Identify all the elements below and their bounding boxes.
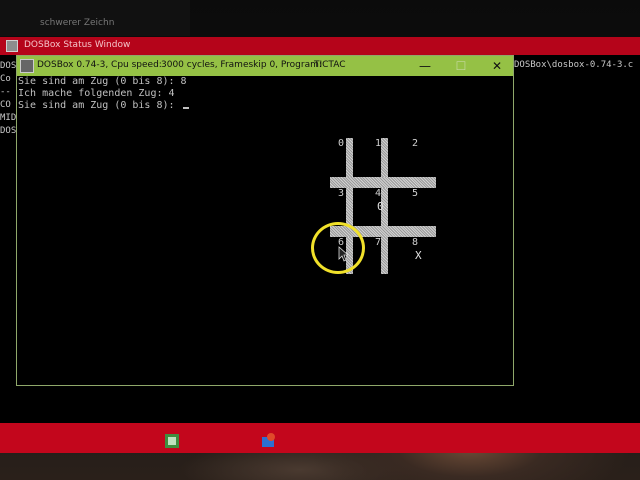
title-app-speed: DOSBox 0.74-3, Cpu speed: [37,60,162,70]
cell-number-0: 0 [338,138,345,149]
cell-number-7: 7 [375,237,382,248]
dos-output-line: Ich mache folgenden Zug: 4 [18,88,175,99]
dos-prompt-line: Sie sind am Zug (0 bis 8): [18,100,189,112]
maximize-button[interactable]: ☐ [443,56,479,76]
taskbar-app-icon[interactable] [163,432,181,450]
cell-number-8: 8 [412,237,419,248]
cell-number-3: 3 [338,188,345,199]
mouse-pointer-icon [338,246,348,262]
fragment-text: schwerer Zeichn [40,18,115,28]
console-path-text: DOSBox\dosbox-0.74-3.c [514,60,634,70]
background-window-fragment: schwerer Zeichn [0,0,190,36]
dos-output-line: Sie sind am Zug (0 bis 8): 8 [18,76,187,87]
board-horizontal-bar-top [330,177,436,188]
cell-number-5: 5 [412,188,419,199]
cell-number-4: 4 [375,188,382,199]
board-mark-x: X [415,249,422,262]
dosbox-app-icon [6,40,18,52]
cell-number-2: 2 [412,138,419,149]
console-line: DOS [0,126,17,136]
console-line: Co [0,74,11,84]
close-button[interactable]: ✕ [479,56,515,76]
dosbox-icon [20,59,34,73]
dosbox-window[interactable]: DOSBox 0.74-3, Cpu speed: 3000 cycles, F… [16,55,514,386]
cell-number-1: 1 [375,138,382,149]
console-line: MID [0,113,17,123]
board-mark-o: 0 [377,200,384,213]
title-cycles: 3000 cycles, Frameskip 0, Program: [161,60,322,70]
status-window-title: DOSBox Status Window [24,40,131,50]
minimize-button[interactable]: — [407,56,443,76]
console-line: DOS [0,61,17,71]
dos-screen[interactable]: Sie sind am Zug (0 bis 8): 8 Ich mache f… [17,76,513,385]
console-line: -- [0,87,11,97]
prompt-text: Sie sind am Zug (0 bis 8): [18,100,181,111]
dosbox-titlebar[interactable]: DOSBox 0.74-3, Cpu speed: 3000 cycles, F… [17,56,513,76]
text-cursor [182,107,189,109]
taskbar-shortcut-icon[interactable] [259,432,277,450]
console-line: CO [0,100,11,110]
status-titlebar[interactable]: DOSBox Status Window [0,37,640,55]
title-program: TICTAC [314,60,346,70]
